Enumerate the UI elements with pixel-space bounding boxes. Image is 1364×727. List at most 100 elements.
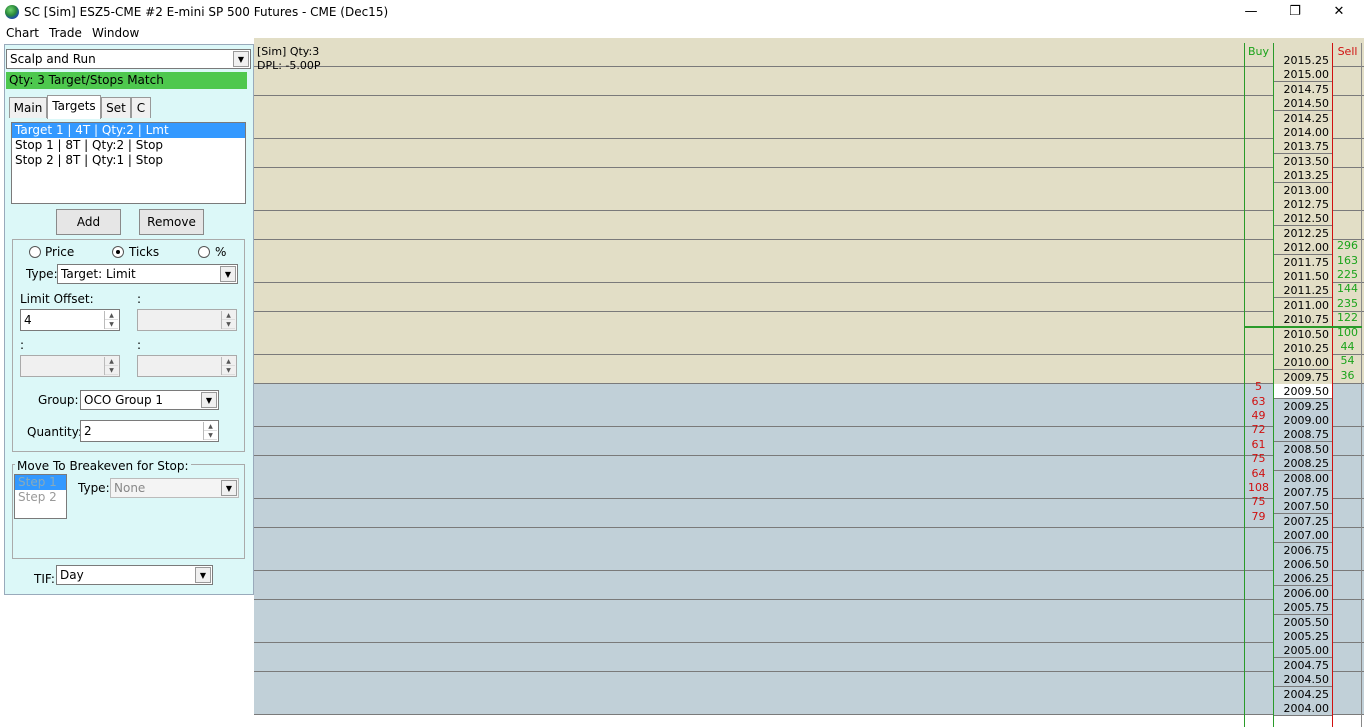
price-cell[interactable]: 2012.50 bbox=[1273, 211, 1333, 227]
bid-size-cell[interactable]: 64 bbox=[1244, 466, 1273, 481]
price-cell[interactable]: 2005.25 bbox=[1273, 629, 1333, 644]
ladder-row[interactable] bbox=[254, 182, 1364, 197]
targets-list[interactable]: Target 1 | 4T | Qty:2 | Lmt Stop 1 | 8T … bbox=[11, 122, 246, 204]
ladder-row[interactable] bbox=[254, 340, 1364, 356]
bid-size-cell[interactable]: 75 bbox=[1244, 451, 1273, 466]
ladder-row[interactable] bbox=[254, 369, 1364, 385]
price-cell[interactable]: 2013.00 bbox=[1273, 182, 1333, 198]
ladder-row[interactable] bbox=[254, 484, 1364, 500]
ladder-row[interactable] bbox=[254, 282, 1364, 298]
price-cell[interactable]: 2012.00 bbox=[1273, 240, 1333, 256]
price-cell[interactable]: 2008.75 bbox=[1273, 427, 1333, 443]
ladder-row[interactable] bbox=[254, 556, 1364, 572]
ladder-row[interactable] bbox=[254, 95, 1364, 111]
ladder-row[interactable] bbox=[254, 412, 1364, 428]
ladder-row[interactable] bbox=[254, 513, 1364, 529]
price-cell[interactable]: 2011.50 bbox=[1273, 269, 1333, 284]
ask-size-cell[interactable]: 122 bbox=[1333, 310, 1362, 325]
price-cell[interactable]: 2015.25 bbox=[1273, 53, 1333, 68]
ladder-row[interactable] bbox=[254, 38, 1364, 53]
price-cell[interactable]: 2009.50 bbox=[1273, 384, 1333, 400]
price-cell[interactable]: 2013.25 bbox=[1273, 168, 1333, 184]
ladder-row[interactable] bbox=[254, 542, 1364, 557]
bid-size-cell[interactable]: 61 bbox=[1244, 437, 1273, 452]
ladder-row[interactable] bbox=[254, 642, 1364, 658]
price-cell[interactable]: 2013.50 bbox=[1273, 153, 1333, 169]
bid-size-cell[interactable]: 63 bbox=[1244, 394, 1273, 409]
price-cell[interactable]: 2010.00 bbox=[1273, 355, 1333, 371]
steps-list[interactable]: Step 1 Step 2 bbox=[14, 474, 67, 519]
list-item[interactable]: Target 1 | 4T | Qty:2 | Lmt bbox=[12, 123, 245, 138]
ladder-row[interactable] bbox=[254, 66, 1364, 82]
price-cell[interactable]: 2011.75 bbox=[1273, 254, 1333, 270]
remove-button[interactable]: Remove bbox=[139, 209, 204, 235]
ladder-row[interactable] bbox=[254, 153, 1364, 169]
list-item[interactable]: Stop 1 | 8T | Qty:2 | Stop bbox=[12, 138, 245, 153]
ladder-row[interactable] bbox=[254, 354, 1364, 370]
price-cell[interactable]: 2010.25 bbox=[1273, 341, 1333, 356]
stepper-buttons[interactable]: ▲ ▼ bbox=[203, 422, 217, 440]
ladder-row[interactable] bbox=[254, 700, 1364, 716]
price-cell[interactable]: 2004.25 bbox=[1273, 686, 1333, 702]
price-cell[interactable]: 2005.75 bbox=[1273, 600, 1333, 616]
ladder-row[interactable] bbox=[254, 585, 1364, 601]
price-ladder-chart[interactable]: 2015.25 2015.00 2014.75 2014.50 2014.25 2014.… bbox=[254, 38, 1364, 727]
price-cell[interactable]: 2014.75 bbox=[1273, 81, 1333, 97]
price-cell[interactable]: 2012.75 bbox=[1273, 197, 1333, 212]
ladder-row[interactable] bbox=[254, 311, 1364, 327]
tab-main[interactable]: Main bbox=[9, 97, 47, 118]
ladder-row[interactable] bbox=[254, 441, 1364, 457]
ask-size-cell[interactable]: 235 bbox=[1333, 296, 1362, 311]
price-cell[interactable]: 2010.50 bbox=[1273, 326, 1333, 342]
ask-size-cell[interactable]: 144 bbox=[1333, 281, 1362, 296]
tab-c[interactable]: C bbox=[131, 97, 151, 118]
price-cell[interactable]: 2008.00 bbox=[1273, 470, 1333, 486]
menu-trade[interactable]: Trade bbox=[49, 26, 82, 40]
ladder-row[interactable] bbox=[254, 527, 1364, 543]
price-cell[interactable]: 2008.50 bbox=[1273, 441, 1333, 457]
chevron-up-icon[interactable]: ▲ bbox=[105, 311, 118, 320]
config-select[interactable]: Scalp and Run ▼ bbox=[6, 49, 251, 69]
ladder-row[interactable] bbox=[254, 124, 1364, 140]
maximize-button[interactable]: ❐ bbox=[1272, 2, 1318, 22]
ladder-row[interactable] bbox=[254, 268, 1364, 284]
price-cell[interactable]: 2004.50 bbox=[1273, 672, 1333, 688]
price-cell[interactable]: 2006.25 bbox=[1273, 571, 1333, 587]
list-item[interactable]: Step 2 bbox=[15, 490, 66, 505]
price-cell[interactable]: 2006.75 bbox=[1273, 542, 1333, 558]
minimize-button[interactable]: — bbox=[1228, 2, 1274, 22]
price-cell[interactable]: 2013.75 bbox=[1273, 139, 1333, 155]
radio-ticks[interactable] bbox=[112, 246, 124, 258]
bid-size-cell[interactable]: 72 bbox=[1244, 422, 1273, 437]
price-cell[interactable]: 2009.75 bbox=[1273, 369, 1333, 385]
chevron-down-icon[interactable]: ▼ bbox=[105, 320, 118, 329]
ladder-row[interactable] bbox=[254, 498, 1364, 514]
ask-size-cell[interactable]: 36 bbox=[1333, 368, 1362, 383]
price-cell[interactable]: 2004.00 bbox=[1273, 701, 1333, 716]
close-button[interactable]: ✕ bbox=[1316, 2, 1362, 22]
ladder-row[interactable] bbox=[254, 599, 1364, 615]
price-cell[interactable]: 2014.25 bbox=[1273, 110, 1333, 126]
chevron-down-icon[interactable]: ▼ bbox=[204, 431, 217, 440]
bid-size-cell[interactable]: 108 bbox=[1244, 480, 1273, 495]
price-cell[interactable]: 2012.25 bbox=[1273, 225, 1333, 241]
ladder-row[interactable] bbox=[254, 52, 1364, 68]
ladder-row[interactable] bbox=[254, 628, 1364, 644]
price-cell[interactable]: 2004.75 bbox=[1273, 657, 1333, 673]
price-cell[interactable]: 2006.00 bbox=[1273, 585, 1333, 601]
bid-size-cell[interactable]: 79 bbox=[1244, 509, 1273, 524]
ladder-row[interactable] bbox=[254, 225, 1364, 241]
price-cell[interactable]: 2007.25 bbox=[1273, 513, 1333, 529]
price-cell[interactable]: 2005.00 bbox=[1273, 643, 1333, 659]
price-cell[interactable]: 2009.00 bbox=[1273, 413, 1333, 428]
chevron-up-icon[interactable]: ▲ bbox=[204, 422, 217, 431]
price-cell[interactable]: 2009.25 bbox=[1273, 398, 1333, 414]
ladder-row[interactable] bbox=[254, 426, 1364, 442]
price-cell[interactable]: 2007.75 bbox=[1273, 485, 1333, 500]
ladder-row[interactable] bbox=[254, 686, 1364, 701]
ask-size-cell[interactable]: 296 bbox=[1333, 238, 1362, 253]
ladder-row[interactable] bbox=[254, 138, 1364, 154]
price-cell[interactable]: 2010.75 bbox=[1273, 312, 1333, 328]
limit-offset-stepper[interactable]: 4 ▲ ▼ bbox=[20, 309, 120, 331]
tab-targets[interactable]: Targets bbox=[47, 95, 101, 119]
